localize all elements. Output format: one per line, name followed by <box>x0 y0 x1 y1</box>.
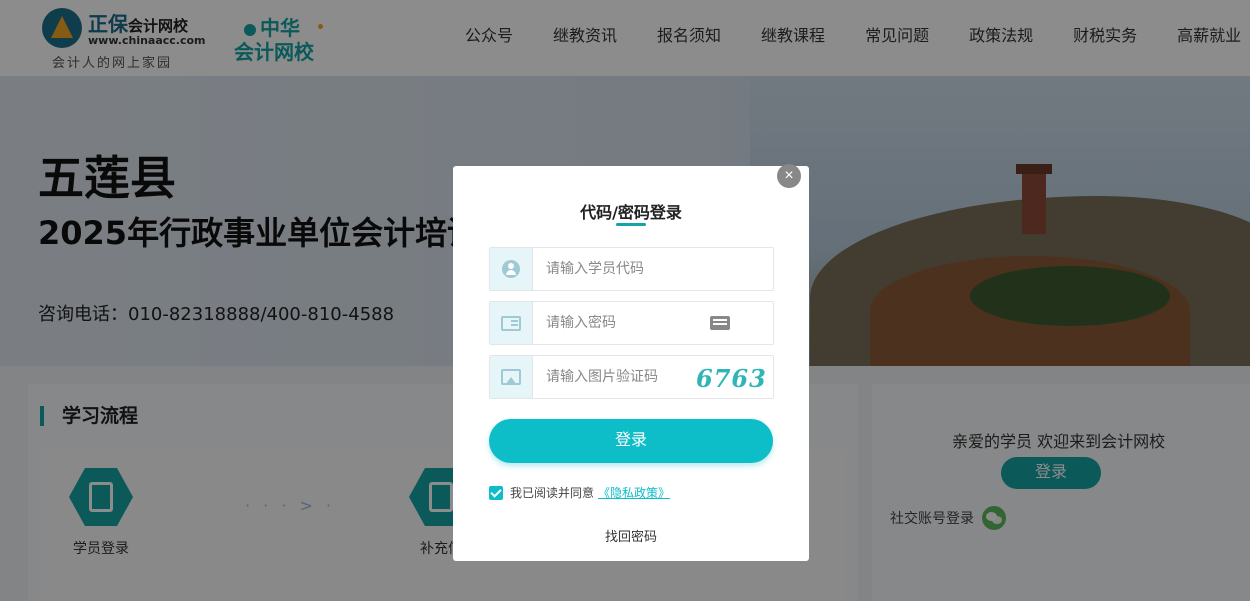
field-icon-box <box>490 302 533 344</box>
agree-text: 我已阅读并同意 <box>510 486 595 500</box>
student-code-field[interactable] <box>489 247 774 291</box>
password-field[interactable] <box>489 301 774 345</box>
user-icon <box>502 260 520 278</box>
privacy-policy-link[interactable]: 《隐私政策》 <box>598 484 670 501</box>
login-button[interactable]: 登录 <box>489 419 773 463</box>
field-icon-box <box>490 356 533 398</box>
field-icon-box <box>490 248 533 290</box>
agreement-row: 我已阅读并同意 《隐私政策》 <box>489 484 670 501</box>
captcha-field[interactable]: 6763 <box>489 355 774 399</box>
login-modal: × 代码/密码登录 6763 登录 我已阅读并同意 《隐私政策》 找回密码 <box>453 164 809 561</box>
keyboard-icon[interactable] <box>710 316 730 330</box>
image-icon <box>501 369 521 385</box>
title-underline <box>616 223 646 226</box>
close-button[interactable]: × <box>777 164 801 188</box>
modal-title: 代码/密码登录 <box>580 203 682 222</box>
forgot-password-link[interactable]: 找回密码 <box>453 526 809 545</box>
captcha-image[interactable]: 6763 <box>696 364 767 393</box>
captcha-input[interactable] <box>546 367 696 387</box>
agree-checkbox[interactable] <box>489 485 503 500</box>
student-code-input[interactable] <box>546 259 696 279</box>
password-input[interactable] <box>546 313 696 333</box>
id-card-icon <box>501 315 521 331</box>
